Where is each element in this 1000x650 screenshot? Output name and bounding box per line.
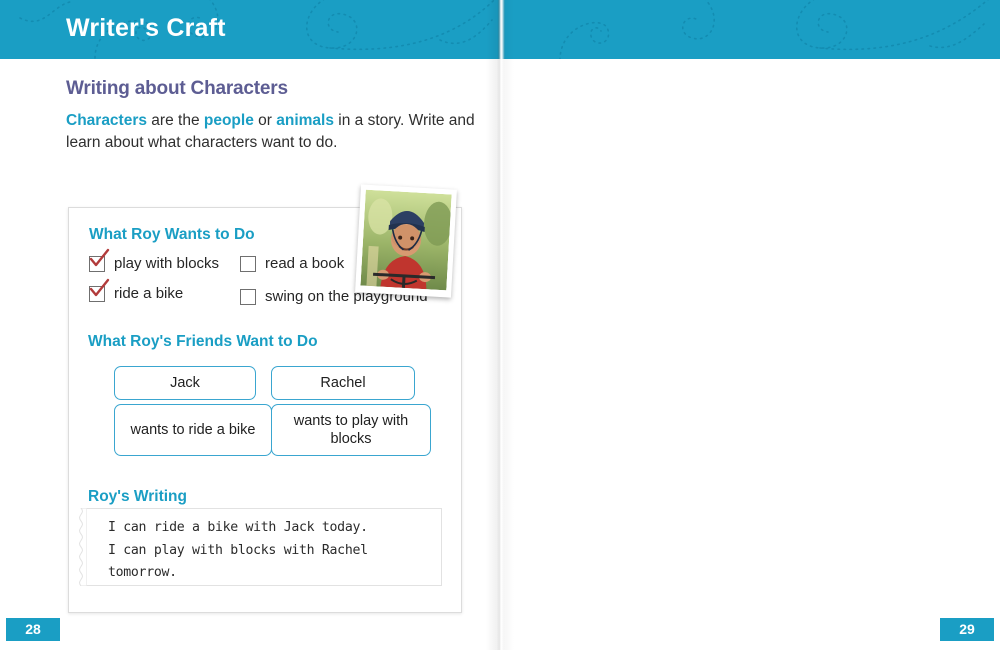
checkbox-read-a-book: [240, 255, 256, 272]
section-title-what-roy-wants: What Roy Wants to Do: [89, 226, 255, 243]
book-spread: Writer's Craft Writing about Characters …: [0, 0, 1000, 650]
friend-name-box-rachel: Rachel: [271, 366, 415, 400]
friend-wants-box-rachel: wants to play with blocks: [271, 404, 431, 456]
intro-paragraph: Characters are the people or animals in …: [66, 110, 481, 155]
friend-wants-box-jack: wants to ride a bike: [114, 404, 272, 456]
intro-text-2: or: [253, 112, 277, 129]
writing-line-3: tomorrow.: [108, 565, 177, 581]
checkbox-label-play-with-blocks: play with blocks: [114, 255, 220, 272]
page-number-right: 29: [940, 618, 994, 641]
checkbox-play-with-blocks: [89, 248, 110, 272]
writing-line-2: I can play with blocks with Rachel: [108, 542, 368, 558]
photo-frame: [355, 184, 457, 298]
friend-name-jack: Jack: [170, 374, 200, 391]
model-checkbox-row-1: play with blocks: [89, 248, 220, 272]
page-title: Writer's Craft: [66, 14, 226, 42]
checkbox-label-ride-a-bike: ride a bike: [114, 285, 184, 302]
friend-name-box-jack: Jack: [114, 366, 256, 400]
lesson-heading: Writing about Characters: [66, 78, 288, 99]
checkbox-label-read-a-book: read a book: [265, 255, 345, 272]
checkbox-swing-on-the-playground: [240, 288, 256, 305]
checkbox-ride-a-bike: [89, 278, 110, 302]
keyword-animals: animals: [276, 112, 334, 129]
friend-wants-rachel: wants to play with blocks: [293, 412, 409, 447]
friend-name-rachel: Rachel: [320, 374, 366, 391]
boy-on-bike-photo: [360, 189, 452, 291]
header-spine-gap: [498, 0, 505, 59]
keyword-characters: Characters: [66, 112, 147, 129]
right-page: Your Turn Make a list of things you want…: [500, 0, 1000, 650]
roys-writing-text: I can ride a bike with Jack today. I can…: [108, 517, 438, 585]
model-checkbox-row-2: read a book: [240, 255, 344, 272]
friend-wants-jack: wants to ride a bike: [130, 421, 256, 438]
keyword-people: people: [203, 112, 254, 129]
left-page: Writing about Characters Characters are …: [0, 0, 500, 650]
model-checkbox-row-3: ride a bike: [89, 278, 184, 302]
writing-line-1: I can ride a bike with Jack today.: [108, 520, 368, 535]
section-title-friends-want: What Roy's Friends Want to Do: [88, 333, 318, 350]
photo-image: [360, 189, 452, 291]
page-number-left: 28: [6, 618, 60, 641]
intro-text-1: are the: [147, 112, 204, 129]
section-title-roys-writing: Roy's Writing: [88, 488, 187, 505]
torn-edge-decoration: [79, 508, 87, 586]
